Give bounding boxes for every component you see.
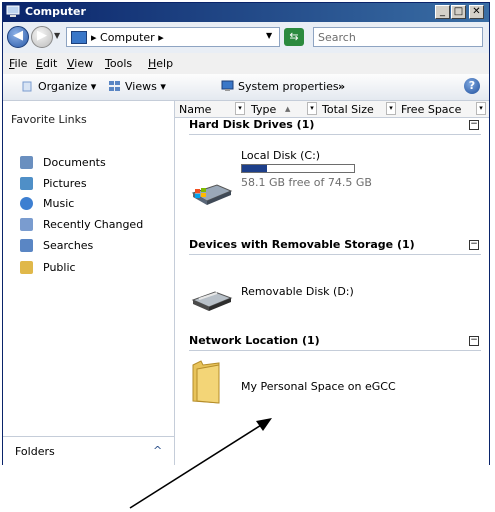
address-row: ◀ ▶ ▼ ▸ Computer ▸ ▼ ⇆ Search bbox=[3, 22, 489, 53]
searches-icon bbox=[20, 239, 33, 252]
drive-name: Removable Disk (D:) bbox=[241, 285, 354, 298]
navigation-pane: Favorite Links Documents Pictures Music … bbox=[3, 101, 175, 465]
menu-file[interactable]: File bbox=[9, 57, 27, 70]
help-icon[interactable]: ? bbox=[464, 78, 480, 94]
search-placeholder: Search bbox=[318, 31, 356, 44]
address-bar[interactable]: ▸ Computer ▸ ▼ bbox=[66, 27, 280, 47]
menu-tools[interactable]: Tools bbox=[105, 57, 132, 70]
chevron-up-icon: ^ bbox=[153, 444, 163, 457]
column-name-menu-icon[interactable]: ▾ bbox=[235, 102, 245, 115]
address-dropdown-icon[interactable]: ▼ bbox=[266, 31, 272, 40]
organize-button[interactable]: Organize ▾ bbox=[21, 80, 96, 93]
back-button[interactable]: ◀ bbox=[7, 26, 29, 48]
column-total-size[interactable]: Total Size bbox=[322, 103, 374, 116]
column-headers: Name ▾ Type ▲ ▾ Total Size ▾ Free Space … bbox=[175, 101, 489, 118]
back-arrow-icon: ◀ bbox=[13, 28, 23, 43]
computer-icon bbox=[71, 31, 87, 44]
capacity-bar-fill bbox=[242, 165, 267, 172]
title-bar[interactable]: Computer _ □ ✕ bbox=[3, 3, 489, 22]
system-properties-icon bbox=[221, 80, 234, 91]
drive-free-space: 58.1 GB free of 74.5 GB bbox=[241, 176, 372, 189]
recently-changed-icon bbox=[20, 218, 33, 231]
music-icon bbox=[20, 197, 33, 210]
organize-icon bbox=[22, 81, 32, 92]
favorite-links-heading: Favorite Links bbox=[11, 113, 87, 126]
column-type-menu-icon[interactable]: ▾ bbox=[307, 102, 317, 115]
minimize-button[interactable]: _ bbox=[435, 5, 450, 19]
group-divider bbox=[189, 254, 481, 255]
forward-arrow-icon: ▶ bbox=[37, 28, 47, 43]
group-removable-storage[interactable]: Devices with Removable Storage (1) bbox=[189, 238, 415, 251]
collapse-icon[interactable]: − bbox=[469, 336, 479, 346]
system-properties-button[interactable]: System properties bbox=[221, 80, 339, 93]
group-hard-disk-drives[interactable]: Hard Disk Drives (1) bbox=[189, 118, 314, 131]
pictures-icon bbox=[20, 177, 33, 190]
command-toolbar: Organize ▾ Views ▾ System properties » ? bbox=[3, 74, 489, 101]
forward-button[interactable]: ▶ bbox=[31, 26, 53, 48]
search-input[interactable]: Search bbox=[313, 27, 483, 47]
recent-pages-dropdown[interactable]: ▼ bbox=[54, 31, 60, 40]
computer-icon bbox=[6, 5, 20, 17]
menu-edit[interactable]: Edit bbox=[36, 57, 57, 70]
drive-name: Local Disk (C:) bbox=[241, 149, 321, 162]
views-button[interactable]: Views ▾ bbox=[108, 80, 166, 93]
column-name[interactable]: Name bbox=[179, 103, 211, 116]
address-path: ▸ Computer ▸ bbox=[91, 31, 164, 44]
views-icon bbox=[109, 81, 120, 91]
removable-drive-icon bbox=[191, 291, 233, 311]
sort-ascending-icon: ▲ bbox=[285, 105, 291, 113]
menu-help[interactable]: Help bbox=[148, 57, 173, 70]
column-free-space[interactable]: Free Space bbox=[401, 103, 461, 116]
explorer-window: Computer _ □ ✕ ◀ ▶ ▼ ▸ Computer ▸ ▼ ⇆ Se… bbox=[2, 2, 490, 465]
public-folder-icon bbox=[20, 261, 33, 274]
capacity-bar bbox=[241, 164, 355, 173]
more-commands-button[interactable]: » bbox=[338, 80, 345, 93]
content-pane: Name ▾ Type ▲ ▾ Total Size ▾ Free Space … bbox=[175, 101, 489, 465]
hard-drive-icon bbox=[191, 184, 233, 205]
column-free-space-menu-icon[interactable]: ▾ bbox=[476, 102, 486, 115]
documents-icon bbox=[20, 156, 33, 169]
folders-label: Folders bbox=[15, 445, 55, 458]
maximize-button[interactable]: □ bbox=[451, 5, 466, 19]
refresh-button[interactable]: ⇆ bbox=[284, 28, 304, 46]
collapse-icon[interactable]: − bbox=[469, 120, 479, 130]
window-title: Computer bbox=[25, 5, 86, 18]
folders-toggle[interactable]: Folders ^ bbox=[3, 436, 174, 465]
group-divider bbox=[189, 350, 481, 351]
close-button[interactable]: ✕ bbox=[469, 5, 484, 19]
collapse-icon[interactable]: − bbox=[469, 240, 479, 250]
network-folder-icon bbox=[192, 360, 220, 404]
menu-view[interactable]: View bbox=[67, 57, 93, 70]
column-total-size-menu-icon[interactable]: ▾ bbox=[386, 102, 396, 115]
network-location-name: My Personal Space on eGCC bbox=[241, 380, 396, 393]
group-divider bbox=[189, 134, 481, 135]
column-type[interactable]: Type bbox=[251, 103, 276, 116]
group-network-location[interactable]: Network Location (1) bbox=[189, 334, 320, 347]
menu-bar: File Edit View Tools Help bbox=[3, 53, 489, 74]
